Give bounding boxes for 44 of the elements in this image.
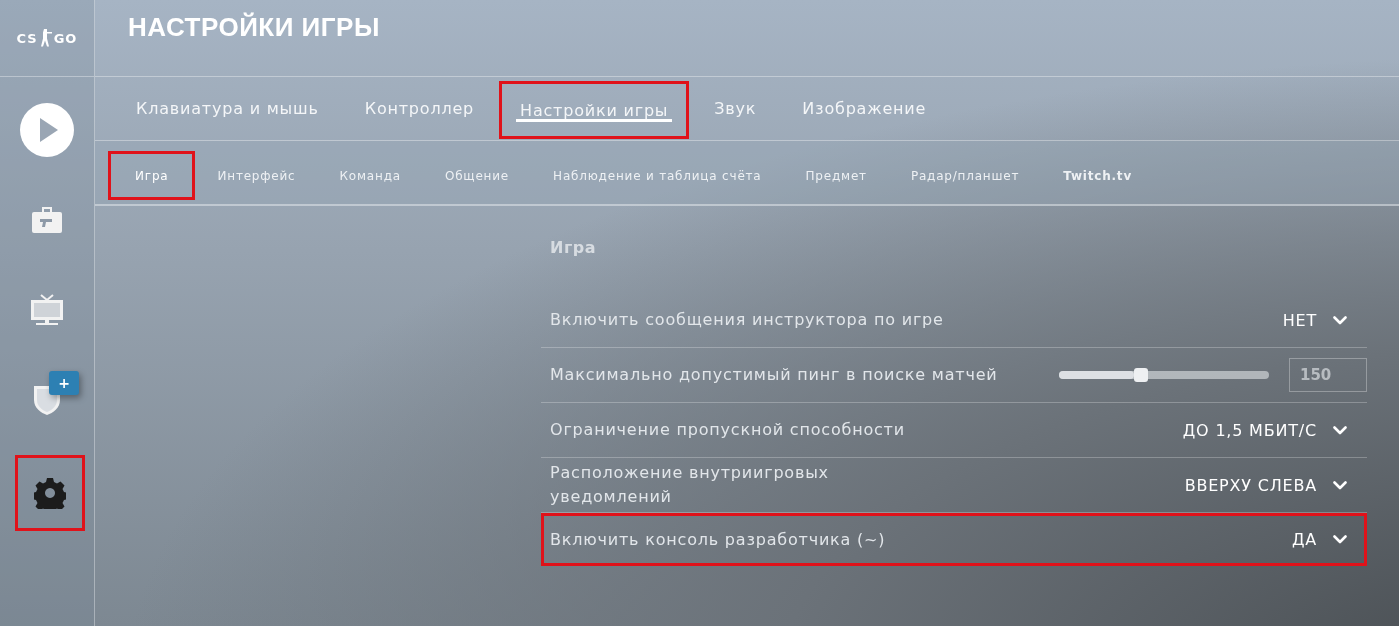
subtab[interactable]: Интерфейс bbox=[195, 151, 318, 200]
setting-label: Расположение внутриигровых уведомлений bbox=[550, 462, 830, 508]
tab[interactable]: Контроллер bbox=[343, 77, 496, 140]
setting-label: Включить сообщения инструктора по игре bbox=[550, 309, 945, 331]
section-title: Игра bbox=[550, 238, 597, 257]
subtab[interactable]: Общение bbox=[422, 151, 532, 200]
briefcase-icon[interactable] bbox=[31, 205, 63, 235]
play-icon[interactable] bbox=[20, 103, 74, 157]
logo-text: GO bbox=[53, 30, 78, 46]
value-field[interactable]: 150 bbox=[1289, 358, 1367, 392]
dropdown-value[interactable]: ДО 1,5 МБИТ/С bbox=[1182, 420, 1317, 440]
setting-label: Включить консоль разработчика (~) bbox=[550, 528, 887, 551]
dropdown-value[interactable]: НЕТ bbox=[1282, 310, 1317, 330]
setting-row[interactable]: Включить консоль разработчика (~) ДА bbox=[541, 513, 1367, 566]
logo-text: CS bbox=[16, 30, 38, 46]
setting-label: Максимально допустимый пинг в поиске матчей bbox=[550, 364, 999, 386]
subtab[interactable]: Команда bbox=[317, 151, 423, 200]
setting-row[interactable]: Расположение внутриигровых уведомлений ВВЕРХУ СЛЕВА bbox=[541, 458, 1367, 513]
chevron-down-icon bbox=[1333, 535, 1347, 544]
plus-badge[interactable]: + bbox=[49, 371, 79, 395]
setting-row[interactable]: Включить сообщения инструктора по игре НЕТ bbox=[541, 293, 1367, 348]
slider-thumb[interactable] bbox=[1133, 368, 1148, 382]
tab[interactable]: Клавиатура и мышь bbox=[115, 77, 340, 140]
settings-icon[interactable] bbox=[34, 477, 66, 509]
tab[interactable]: Настройки игры bbox=[499, 81, 690, 139]
soldier-icon bbox=[38, 29, 53, 47]
tab[interactable]: Звук bbox=[693, 77, 778, 140]
chevron-down-icon bbox=[1333, 480, 1347, 490]
subtab[interactable]: Радар/планшет bbox=[888, 151, 1042, 200]
setting-row[interactable]: Максимально допустимый пинг в поиске матчей 150 bbox=[541, 348, 1367, 403]
page-title: НАСТРОЙКИ ИГРЫ bbox=[128, 12, 381, 43]
slider-track[interactable] bbox=[1059, 371, 1269, 379]
subtab[interactable]: Предмет bbox=[783, 151, 889, 200]
setting-label: Ограничение пропускной способности bbox=[550, 419, 906, 441]
dropdown-value[interactable]: ВВЕРХУ СЛЕВА bbox=[1184, 475, 1317, 495]
setting-row[interactable]: Ограничение пропускной способности ДО 1,5 МБИТ/С bbox=[541, 403, 1367, 458]
tv-icon[interactable] bbox=[30, 294, 64, 326]
subtab[interactable]: Twitch.tv bbox=[1041, 151, 1155, 200]
tab[interactable]: Изображение bbox=[781, 77, 948, 140]
chevron-down-icon bbox=[1333, 425, 1347, 435]
subtab[interactable]: Игра bbox=[108, 151, 196, 200]
dropdown-value[interactable]: ДА bbox=[1291, 530, 1317, 549]
subtab[interactable]: Наблюдение и таблица счёта bbox=[531, 151, 784, 200]
chevron-down-icon bbox=[1333, 315, 1347, 325]
